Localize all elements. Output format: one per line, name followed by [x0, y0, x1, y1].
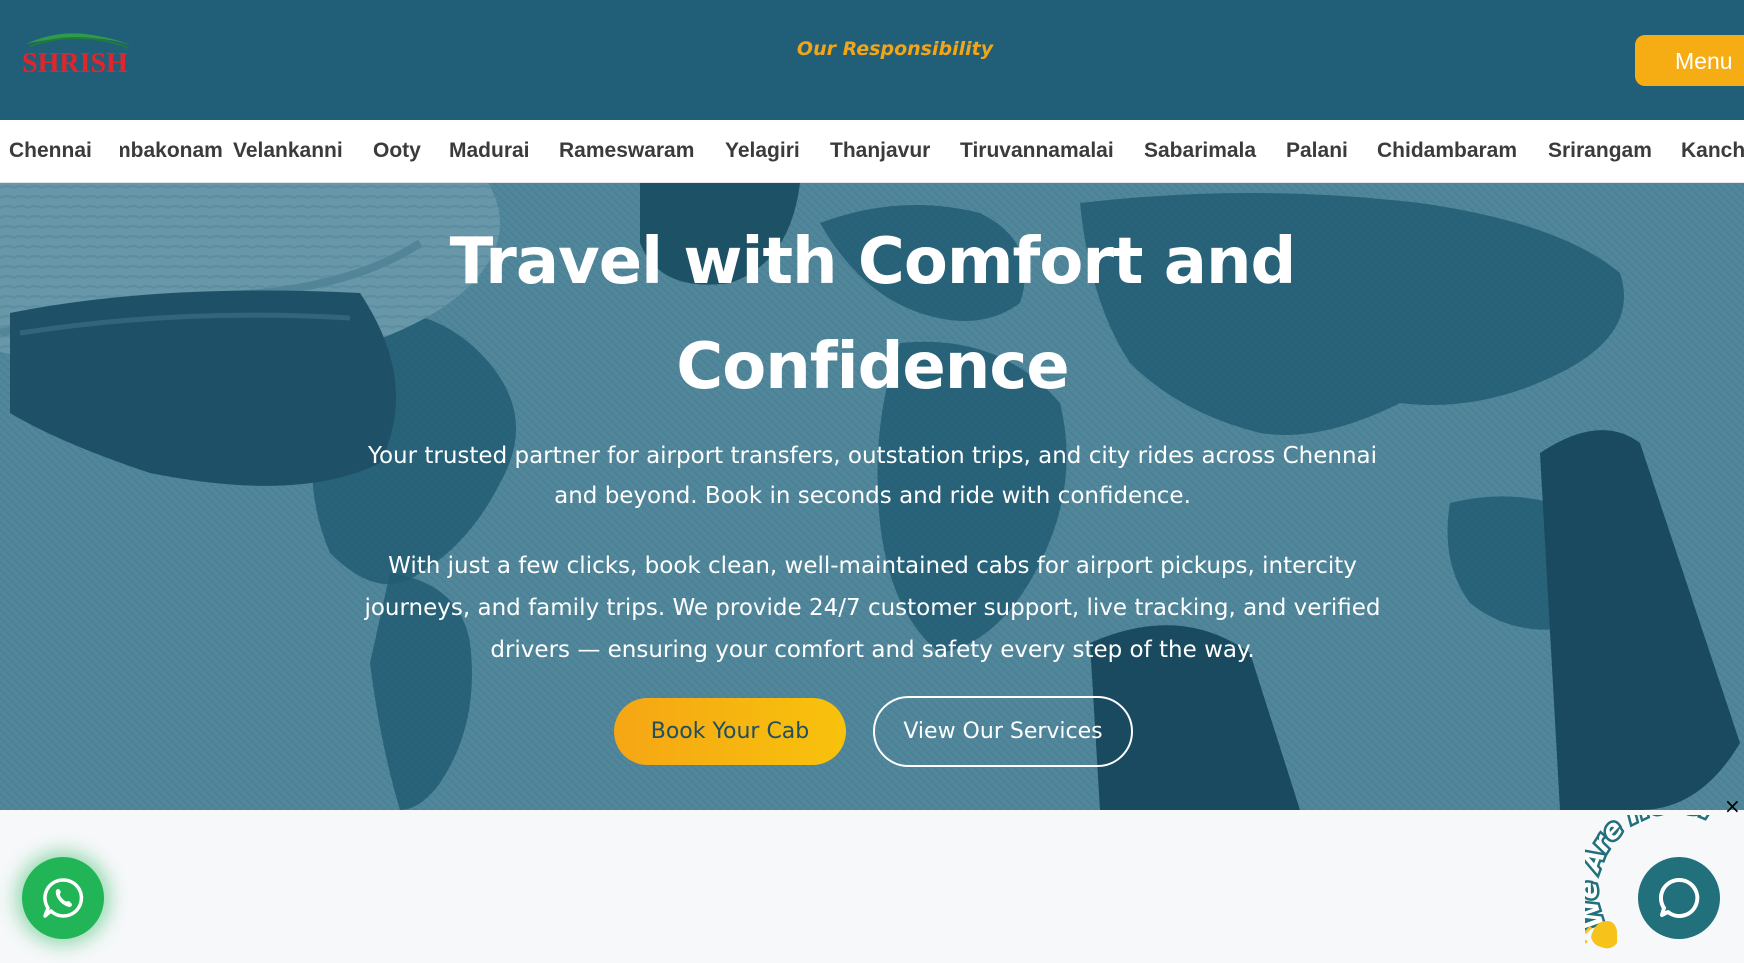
hero-intro-paragraph: Your trusted partner for airport transfe…	[367, 443, 1378, 509]
whatsapp-button[interactable]	[22, 857, 104, 939]
hero-details-paragraph: With just a few clicks, book clean, well…	[364, 553, 1381, 663]
hero-section: Travel with Comfort and Confidence Your …	[0, 183, 1744, 810]
city-link-madurai[interactable]: Madurai	[449, 139, 530, 163]
hero-title-line-1: Travel with Comfort and	[449, 225, 1297, 299]
city-link-srirangam[interactable]: Srirangam	[1548, 139, 1652, 163]
city-link-yelagiri[interactable]: Yelagiri	[725, 139, 800, 163]
city-link-kumbakonam[interactable]: Kumbakonam	[120, 139, 223, 163]
city-navigation-bar: Chennai Kumbakonam Velankanni Ooty Madur…	[0, 120, 1744, 183]
site-header: SHRISH Our Responsibility Menu	[0, 0, 1744, 120]
close-chat-widget-button[interactable]: ×	[1724, 796, 1741, 816]
city-link-kanchipuram[interactable]: Kanchipuram	[1681, 139, 1744, 163]
chat-widget: We Are Here!	[1585, 815, 1744, 963]
chat-bubble-icon	[1658, 877, 1700, 918]
city-link-velankanni[interactable]: Velankanni	[233, 139, 343, 163]
view-our-services-button[interactable]: View Our Services	[873, 696, 1133, 767]
city-link-tiruvannamalai[interactable]: Tiruvannamalai	[960, 139, 1114, 163]
hero-content: Travel with Comfort and Confidence Your …	[0, 183, 1744, 810]
city-link-palani[interactable]: Palani	[1286, 139, 1348, 163]
our-responsibility-link[interactable]: Our Responsibility	[0, 38, 1744, 60]
city-link-ooty[interactable]: Ooty	[373, 139, 421, 163]
city-link-chennai[interactable]: Chennai	[9, 139, 92, 163]
city-link-thanjavur[interactable]: Thanjavur	[830, 139, 930, 163]
city-link-sabarimala[interactable]: Sabarimala	[1144, 139, 1256, 163]
hero-title-line-2: Confidence	[676, 330, 1069, 404]
open-chat-button[interactable]	[1638, 857, 1720, 939]
city-link-rameswaram[interactable]: Rameswaram	[559, 139, 694, 163]
hero-title: Travel with Comfort and Confidence	[330, 210, 1415, 420]
city-link-chidambaram[interactable]: Chidambaram	[1377, 139, 1517, 163]
book-your-cab-button[interactable]: Book Your Cab	[614, 698, 846, 765]
city-link-clip: Kumbakonam	[120, 120, 237, 182]
whatsapp-icon	[43, 878, 84, 918]
menu-button[interactable]: Menu	[1635, 35, 1744, 86]
